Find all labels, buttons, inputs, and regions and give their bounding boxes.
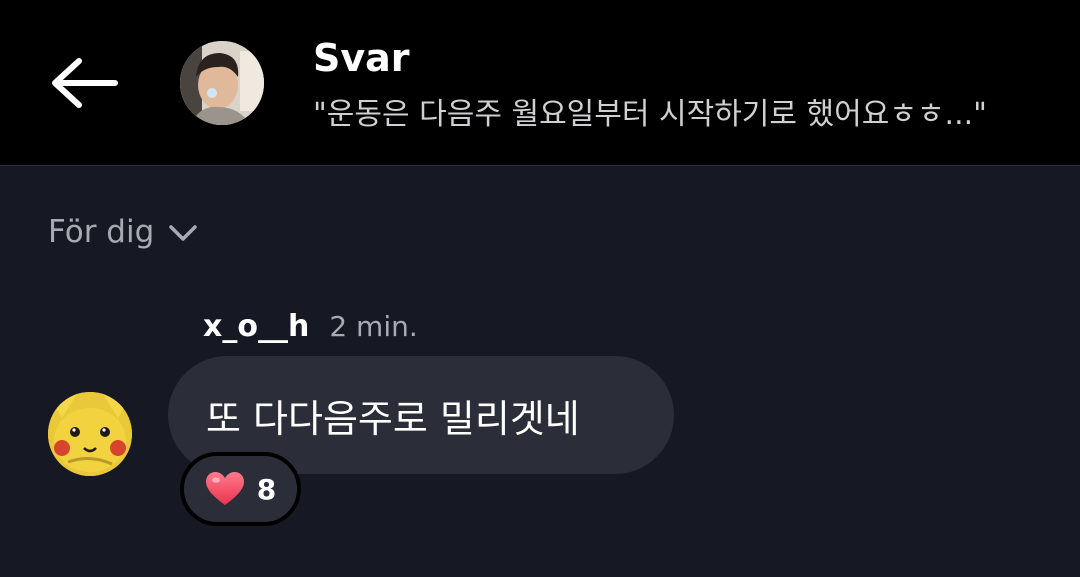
pikachu-avatar-image (48, 392, 132, 476)
heart-reaction-button[interactable]: 8 (180, 452, 301, 526)
chevron-down-icon (169, 225, 198, 241)
sort-filter-dropdown[interactable]: För dig (48, 214, 198, 250)
comment-timestamp: 2 min. (329, 310, 418, 343)
reaction-badge: 8 (180, 452, 301, 526)
original-poster-avatar[interactable] (180, 41, 264, 125)
top-bar: Svar "운동은 다음주 월요일부터 시작하기로 했어요ㅎㅎ..." (0, 0, 1080, 166)
comment-username[interactable]: x_o__h (203, 309, 309, 344)
reaction-count: 8 (256, 472, 277, 506)
back-button[interactable] (46, 50, 122, 116)
comment-text: 또 다다음주로 밀리겟네 (206, 396, 580, 441)
avatar-photo (180, 41, 264, 125)
comment-header: x_o__h 2 min. (203, 309, 418, 344)
page-title: Svar (313, 36, 410, 80)
heart-icon (205, 472, 244, 505)
sort-filter-label: För dig (48, 214, 155, 250)
original-comment-preview: "운동은 다음주 월요일부터 시작하기로 했어요ㅎㅎ..." (313, 97, 987, 132)
commenter-avatar[interactable] (48, 392, 132, 476)
arrow-left-icon (52, 58, 118, 108)
